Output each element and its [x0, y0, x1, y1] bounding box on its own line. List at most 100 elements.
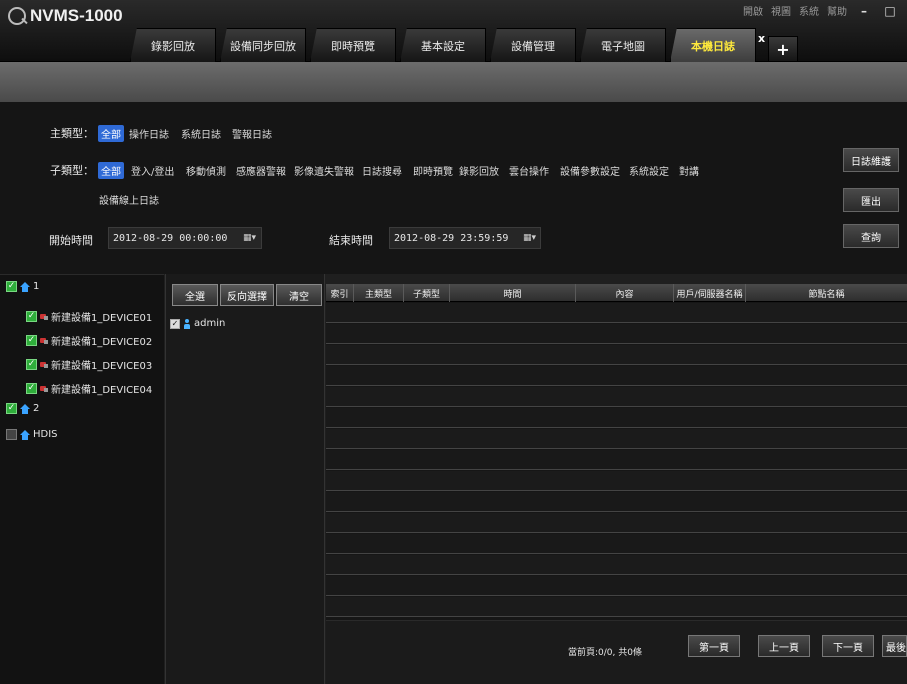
tree-node-label: 新建設備1_DEVICE02: [51, 337, 153, 348]
tree-node-device-02[interactable]: ✓ 新建設備1_DEVICE02: [26, 333, 152, 348]
checkbox-icon[interactable]: ✓: [26, 311, 37, 322]
sub-type-motion[interactable]: 移動偵測: [186, 163, 226, 178]
table-row: [326, 597, 907, 617]
select-all-button[interactable]: 全選: [172, 284, 218, 306]
start-calendar-icon[interactable]: ▦▾: [243, 233, 261, 245]
sub-type-playback[interactable]: 錄影回放: [459, 163, 499, 178]
checkbox-icon[interactable]: ✓: [6, 403, 17, 414]
tab-close-icon[interactable]: x: [758, 32, 765, 45]
pagination-bar: 當前頁:0/0, 共0條 第一頁 上一頁 下一頁 最後: [326, 620, 907, 684]
tree-node-label: HDIS: [33, 429, 58, 440]
main-type-label: 主類型：: [50, 127, 94, 140]
log-maintain-button[interactable]: 日誌維護: [843, 148, 899, 172]
tab-emap[interactable]: 電子地圖: [580, 28, 666, 62]
area-icon: [20, 403, 30, 414]
tree-node-label: 新建設備1_DEVICE01: [51, 313, 153, 324]
page-info: 當前頁:0/0, 共0條: [568, 648, 642, 658]
tab-bar: 錄影回放 設備同步回放 即時預覽 基本設定 設備管理 電子地圖 本機日誌: [130, 28, 760, 62]
table-row: [326, 555, 907, 575]
tab-basic-settings[interactable]: 基本設定: [400, 28, 486, 62]
last-page-button[interactable]: 最後: [882, 635, 907, 657]
user-panel: 全選 反向選擇 清空 ✓ admin: [165, 274, 325, 684]
filter-panel: 主類型： 全部 操作日誌 系統日誌 警報日誌 子類型： 全部 登入/登出 移動偵…: [0, 102, 907, 274]
export-button[interactable]: 匯出: [843, 188, 899, 212]
sub-type-video-loss[interactable]: 影像遺失警報: [294, 163, 354, 178]
sub-type-login[interactable]: 登入/登出: [131, 163, 174, 178]
sub-type-ptz[interactable]: 雲台操作: [509, 163, 549, 178]
col-time[interactable]: 時間: [450, 284, 576, 302]
end-time-label: 結束時間: [329, 234, 373, 247]
user-icon: [184, 318, 190, 329]
checkbox-icon[interactable]: ✓: [26, 359, 37, 370]
sub-type-system-setting[interactable]: 系統設定: [629, 163, 669, 178]
log-table: 索引 主類型 子類型 時間 內容 用戶/伺服器名稱 節點名稱: [326, 284, 907, 620]
checkbox-icon[interactable]: ✓: [26, 383, 37, 394]
table-row: [326, 324, 907, 344]
table-body: [326, 303, 907, 619]
tab-device-management[interactable]: 設備管理: [490, 28, 576, 62]
tree-node-group-2[interactable]: ✓ 2: [6, 403, 39, 414]
table-row: [326, 408, 907, 428]
table-row: [326, 513, 907, 533]
sub-type-label: 子類型：: [50, 164, 94, 177]
top-menu: 開啟 視圖 系統 幫助 – □: [743, 3, 899, 19]
col-sub-type[interactable]: 子類型: [404, 284, 450, 302]
tab-playback[interactable]: 錄影回放: [130, 28, 216, 62]
end-time-field[interactable]: 2012-08-29 23:59:59: [389, 227, 541, 249]
prev-page-button[interactable]: 上一頁: [758, 635, 810, 657]
tree-node-device-01[interactable]: ✓ 新建設備1_DEVICE01: [26, 309, 152, 324]
first-page-button[interactable]: 第一頁: [688, 635, 740, 657]
tab-sync-playback[interactable]: 設備同步回放: [220, 28, 306, 62]
main-type-system[interactable]: 系統日誌: [181, 126, 221, 141]
tree-node-device-04[interactable]: ✓ 新建設備1_DEVICE04: [26, 381, 152, 396]
main-type-alarm[interactable]: 警報日誌: [232, 126, 272, 141]
query-button[interactable]: 查詢: [843, 224, 899, 248]
sub-type-intercom[interactable]: 對講: [679, 163, 699, 178]
table-row: [326, 534, 907, 554]
tree-node-device-03[interactable]: ✓ 新建設備1_DEVICE03: [26, 357, 152, 372]
restore-icon[interactable]: □: [881, 4, 899, 18]
tree-node-hdis[interactable]: HDIS: [6, 429, 58, 440]
menu-system[interactable]: 系統: [799, 3, 819, 18]
menu-open[interactable]: 開啟: [743, 3, 763, 18]
camera-icon: [40, 313, 48, 321]
clear-button[interactable]: 清空: [276, 284, 322, 306]
minimize-icon[interactable]: –: [855, 4, 873, 18]
sub-type-all[interactable]: 全部: [98, 162, 124, 179]
tab-local-log[interactable]: 本機日誌: [670, 28, 756, 62]
user-row-admin[interactable]: ✓ admin: [170, 318, 225, 329]
table-row: [326, 450, 907, 470]
start-time-field[interactable]: 2012-08-29 00:00:00: [108, 227, 262, 249]
device-tree: ✓ 1 ✓ 新建設備1_DEVICE01 ✓ 新建設備1_DEVICE02 ✓ …: [0, 274, 164, 684]
checkbox-icon[interactable]: [6, 429, 17, 440]
checkbox-icon[interactable]: ✓: [26, 335, 37, 346]
add-tab-button[interactable]: +: [768, 36, 798, 62]
col-node-name[interactable]: 節點名稱: [746, 284, 907, 302]
title-bar: NVMS-1000 開啟 視圖 系統 幫助 – □ 錄影回放 設備同步回放 即時…: [0, 0, 907, 62]
table-row: [326, 387, 907, 407]
invert-selection-button[interactable]: 反向選擇: [220, 284, 274, 306]
tree-node-group-1[interactable]: ✓ 1: [6, 281, 39, 292]
tab-live-preview[interactable]: 即時預覽: [310, 28, 396, 62]
checkbox-icon[interactable]: ✓: [6, 281, 17, 292]
camera-icon: [40, 337, 48, 345]
end-calendar-icon[interactable]: ▦▾: [523, 233, 541, 245]
sub-type-device-online[interactable]: 設備線上日誌: [99, 192, 159, 207]
col-main-type[interactable]: 主類型: [354, 284, 404, 302]
next-page-button[interactable]: 下一頁: [822, 635, 874, 657]
tree-node-label: 新建設備1_DEVICE04: [51, 385, 153, 396]
menu-view[interactable]: 視圖: [771, 3, 791, 18]
main-type-operation[interactable]: 操作日誌: [129, 126, 169, 141]
main-type-all[interactable]: 全部: [98, 125, 124, 142]
checkbox-icon[interactable]: ✓: [170, 318, 180, 329]
col-content[interactable]: 內容: [576, 284, 674, 302]
col-index[interactable]: 索引: [326, 284, 354, 302]
sub-type-sensor[interactable]: 感應器警報: [236, 163, 286, 178]
table-row: [326, 429, 907, 449]
start-time-label: 開始時間: [49, 234, 93, 247]
sub-type-live[interactable]: 即時預覽: [413, 163, 453, 178]
sub-type-log-search[interactable]: 日誌搜尋: [362, 163, 402, 178]
col-user-server[interactable]: 用戶/伺服器名稱: [674, 284, 746, 302]
sub-type-device-param[interactable]: 設備參數設定: [560, 163, 620, 178]
menu-help[interactable]: 幫助: [827, 3, 847, 18]
